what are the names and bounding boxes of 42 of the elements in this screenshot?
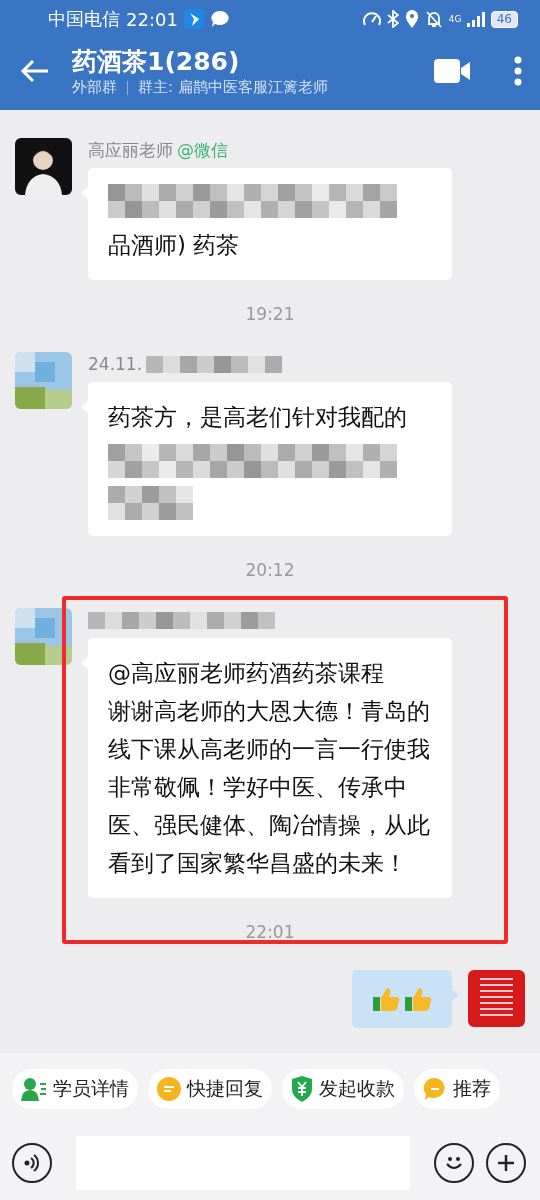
voice-button[interactable] bbox=[12, 1142, 52, 1183]
sender-name: 24.11. bbox=[88, 354, 143, 374]
more-icon[interactable] bbox=[514, 56, 522, 86]
quick-action-button[interactable]: 快捷回复 bbox=[148, 1069, 272, 1109]
clock: 22:01 bbox=[126, 8, 178, 30]
muted-bell-icon bbox=[424, 10, 443, 28]
message-text: 药茶方，是高老们针对我配的 bbox=[108, 403, 408, 432]
app-icon bbox=[183, 9, 204, 29]
signal-icon bbox=[466, 11, 485, 27]
plus-icon bbox=[496, 1152, 516, 1173]
carrier-name: 中国电信 bbox=[48, 7, 120, 31]
network-type: 4G bbox=[448, 14, 461, 24]
quick-action-button[interactable]: 推荐 bbox=[414, 1069, 500, 1109]
yen-shield-icon bbox=[291, 1076, 313, 1102]
group-title: 药酒茶1(286) bbox=[72, 46, 241, 78]
chat-icon bbox=[423, 1077, 447, 1101]
message-text: @高应丽老师药酒药茶课程 bbox=[108, 659, 385, 688]
sender-name: 高应丽老师 bbox=[88, 138, 173, 162]
location-icon bbox=[404, 10, 419, 28]
sender-tag: @微信 bbox=[177, 138, 228, 162]
speed-icon bbox=[362, 11, 381, 27]
emoji-button[interactable] bbox=[434, 1142, 474, 1183]
back-icon[interactable] bbox=[20, 59, 50, 83]
quick-action-button[interactable]: 发起收款 bbox=[282, 1069, 404, 1109]
timestamp: 20:12 bbox=[245, 560, 295, 580]
group-type: 外部群 bbox=[72, 78, 117, 97]
quick-action-button[interactable]: 学员详情 bbox=[12, 1069, 138, 1109]
video-call-icon[interactable] bbox=[434, 59, 470, 83]
timestamp: 22:01 bbox=[245, 922, 295, 942]
message-text: 谢谢高老师的大恩大德！青岛的线下课从高老师的一言一行使我非常敬佩！学好中医、传承中医、强民健体、陶冶情操，从此看到了国家繁华昌盛的未来！ bbox=[108, 697, 431, 878]
bluetooth-icon bbox=[386, 10, 399, 28]
person-icon bbox=[21, 1077, 47, 1101]
message-text: 品酒师) 药茶 bbox=[108, 231, 241, 260]
battery-icon: 46 bbox=[490, 10, 518, 28]
timestamp: 19:21 bbox=[245, 304, 295, 324]
chat-bubble-icon bbox=[209, 10, 230, 28]
group-owner: 群主: 扁鹊中医客服江篱老师 bbox=[138, 78, 328, 97]
add-button[interactable] bbox=[486, 1142, 526, 1183]
note-icon bbox=[157, 1077, 181, 1101]
voice-icon bbox=[22, 1152, 42, 1173]
thumbs-up-icon bbox=[372, 986, 400, 1012]
thumbs-up-icon bbox=[404, 986, 432, 1012]
